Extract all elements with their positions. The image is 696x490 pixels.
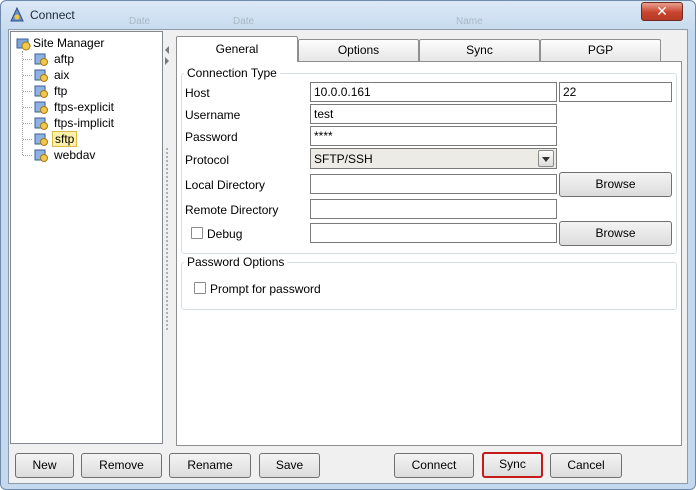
- tree-connector: [23, 123, 32, 124]
- background-column-header: Name: [456, 16, 483, 27]
- password-input[interactable]: ****: [310, 126, 557, 146]
- browse-debug-button[interactable]: Browse: [559, 221, 672, 246]
- tab-label: General: [215, 42, 259, 56]
- close-icon: ✕: [656, 3, 668, 19]
- connect-dialog: Connect Date Date Name ✕ Site Manager af…: [0, 0, 696, 490]
- connection-type-title: Connection Type: [184, 66, 280, 80]
- debug-input[interactable]: [310, 223, 557, 243]
- tree-item-label: sftp: [52, 131, 78, 147]
- tab-pgp[interactable]: PGP: [540, 39, 661, 61]
- site-icon: [34, 133, 48, 146]
- tree-item-label: aix: [54, 68, 70, 82]
- host-input[interactable]: 10.0.0.161: [310, 82, 557, 102]
- close-button[interactable]: ✕: [641, 2, 683, 21]
- browse-local-button[interactable]: Browse: [559, 172, 672, 197]
- site-icon: [34, 69, 48, 82]
- tree-connector: [23, 75, 32, 76]
- title-bar[interactable]: Connect Date Date Name ✕: [1, 1, 695, 30]
- splitter-handle[interactable]: [166, 148, 168, 330]
- tree-item-label: webdav: [54, 148, 96, 162]
- host-label: Host: [185, 86, 210, 100]
- password-options-title: Password Options: [184, 255, 288, 269]
- remote-directory-input[interactable]: [310, 199, 557, 219]
- tree-connector: [23, 155, 32, 156]
- debug-label: Debug: [207, 227, 243, 241]
- tree-connector: [23, 59, 32, 60]
- tab-label: Options: [337, 43, 380, 57]
- local-directory-label: Local Directory: [185, 178, 266, 192]
- username-label: Username: [185, 108, 241, 122]
- port-input[interactable]: 22: [559, 82, 672, 102]
- protocol-value: SFTP/SSH: [314, 152, 373, 166]
- collapse-left-icon[interactable]: [165, 46, 169, 54]
- site-manager-icon: [16, 38, 31, 51]
- site-icon: [34, 149, 48, 162]
- expand-right-icon[interactable]: [165, 57, 169, 65]
- site-icon: [34, 85, 48, 98]
- tree-item-label: ftps-implicit: [54, 116, 115, 130]
- general-tab-panel: Connection Type Host 10.0.0.161 22 Usern…: [176, 61, 682, 446]
- background-column-header: Date: [233, 16, 255, 27]
- sync-button[interactable]: Sync: [482, 452, 543, 478]
- site-icon: [34, 53, 48, 66]
- background-column-header: Date: [129, 16, 151, 27]
- tree-item-label: ftp: [54, 84, 68, 98]
- tab-sync[interactable]: Sync: [419, 39, 540, 61]
- dialog-body: Site Manager aftp aix ftp ftps-explicit …: [8, 29, 688, 484]
- remote-directory-label: Remote Directory: [185, 203, 279, 217]
- tree-item-label: ftps-explicit: [54, 100, 115, 114]
- app-logo-icon: [10, 7, 24, 22]
- tree-connector: [23, 139, 32, 140]
- rename-button[interactable]: Rename: [169, 453, 251, 478]
- cancel-button[interactable]: Cancel: [550, 453, 622, 478]
- tree-item-label: aftp: [54, 52, 75, 66]
- prompt-password-checkbox[interactable]: [194, 282, 206, 294]
- password-label: Password: [185, 130, 238, 144]
- tab-label: Sync: [466, 43, 493, 57]
- protocol-select[interactable]: SFTP/SSH: [310, 148, 557, 169]
- site-manager-tree[interactable]: Site Manager aftp aix ftp ftps-explicit …: [10, 31, 163, 444]
- username-input[interactable]: test: [310, 104, 557, 124]
- remove-button[interactable]: Remove: [81, 453, 162, 478]
- tab-label: PGP: [587, 43, 614, 57]
- tab-general[interactable]: General: [176, 36, 298, 62]
- prompt-password-label: Prompt for password: [210, 282, 321, 296]
- site-icon: [34, 117, 48, 130]
- local-directory-input[interactable]: [310, 174, 557, 194]
- tree-connector: [23, 107, 32, 108]
- chevron-down-icon[interactable]: [538, 150, 554, 167]
- window-title: Connect: [30, 8, 75, 22]
- tree-root-label: Site Manager: [33, 36, 105, 50]
- save-button[interactable]: Save: [259, 453, 320, 478]
- debug-checkbox[interactable]: [191, 227, 203, 239]
- connect-button[interactable]: Connect: [394, 453, 474, 478]
- tree-connector: [23, 91, 32, 92]
- new-button[interactable]: New: [15, 453, 74, 478]
- site-icon: [34, 101, 48, 114]
- tab-options[interactable]: Options: [298, 39, 419, 61]
- protocol-label: Protocol: [185, 153, 230, 167]
